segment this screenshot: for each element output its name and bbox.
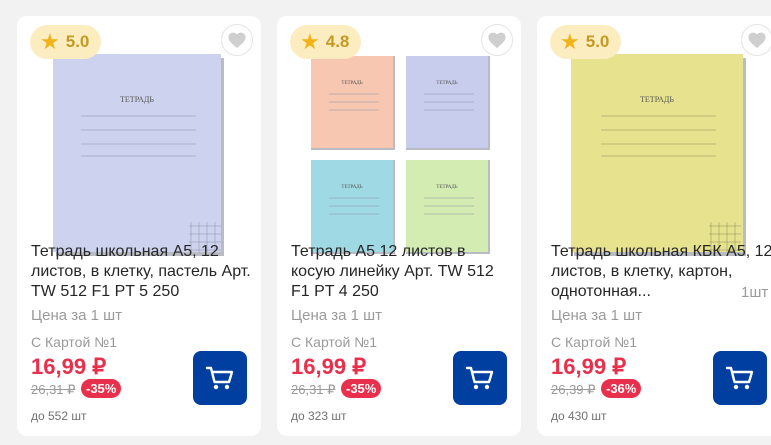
- rating-value: 5.0: [65, 32, 90, 51]
- add-to-cart-button[interactable]: [193, 351, 247, 405]
- product-title[interactable]: Тетрадь А5 12 листов в косую линейку Арт…: [291, 242, 513, 302]
- discount-badge: -36%: [601, 379, 642, 398]
- product-image[interactable]: ТЕТРАДЬ ТЕТРАДЬ ТЕТРАДЬ ТЕТРАДЬ: [291, 36, 507, 258]
- loyalty-card-label: С Картой №1: [31, 334, 117, 350]
- stock-label: до 552 шт: [31, 409, 87, 423]
- svg-text:ТЕТРАДЬ: ТЕТРАДЬ: [120, 95, 154, 104]
- discount-badge: -35%: [341, 379, 382, 398]
- product-card[interactable]: ★ 5.0 ТЕТРАДЬ Тетрадь школьная А5, 12 ли…: [17, 16, 261, 436]
- product-card[interactable]: ★ 4.8 ТЕТРАДЬ ТЕТРАДЬ ТЕТРАДЬ ТЕТРАДЬ Те…: [277, 16, 521, 436]
- product-image[interactable]: ТЕТРАДЬ: [31, 36, 247, 258]
- cart-icon: [465, 366, 494, 390]
- star-icon: ★: [560, 29, 580, 54]
- cart-icon: [725, 366, 754, 390]
- old-price: 26,31 ₽: [31, 382, 76, 397]
- favorite-button[interactable]: [221, 24, 253, 56]
- unit-price-label: Цена за 1 шт: [291, 307, 383, 324]
- unit-price-label: Цена за 1 шт: [551, 307, 643, 324]
- price: 16,99 ₽: [291, 354, 367, 379]
- loyalty-card-label: С Картой №1: [551, 334, 637, 350]
- rating-value: 5.0: [585, 32, 610, 51]
- product-title[interactable]: Тетрадь школьная А5, 12 листов, в клетку…: [31, 242, 253, 302]
- quantity-label: 1шт: [741, 284, 769, 301]
- add-to-cart-button[interactable]: [713, 351, 767, 405]
- svg-text:ТЕТРАДЬ: ТЕТРАДЬ: [341, 81, 362, 86]
- favorite-button[interactable]: [481, 24, 513, 56]
- loyalty-card-label: С Картой №1: [291, 334, 377, 350]
- stock-label: до 323 шт: [291, 409, 347, 423]
- heart-icon: [488, 32, 506, 49]
- rating-value: 4.8: [325, 32, 350, 51]
- heart-icon: [228, 32, 246, 49]
- add-to-cart-button[interactable]: [453, 351, 507, 405]
- cart-icon: [205, 366, 234, 390]
- price: 16,99 ₽: [551, 354, 627, 379]
- star-icon: ★: [40, 29, 60, 54]
- star-icon: ★: [300, 29, 320, 54]
- rating-badge: ★ 5.0: [550, 25, 622, 59]
- favorite-button[interactable]: [741, 24, 771, 56]
- unit-price-label: Цена за 1 шт: [31, 307, 123, 324]
- product-card[interactable]: ★ 5.0 ТЕТРАДЬ Тетрадь школьная КБК А5, 1…: [537, 16, 771, 436]
- old-price: 26,31 ₽: [291, 382, 336, 397]
- svg-text:ТЕТРАДЬ: ТЕТРАДЬ: [341, 185, 362, 190]
- discount-badge: -35%: [81, 379, 122, 398]
- svg-text:ТЕТРАДЬ: ТЕТРАДЬ: [436, 81, 457, 86]
- rating-badge: ★ 5.0: [30, 25, 102, 59]
- svg-text:ТЕТРАДЬ: ТЕТРАДЬ: [640, 95, 674, 104]
- price: 16,99 ₽: [31, 354, 107, 379]
- product-title[interactable]: Тетрадь школьная КБК А5, 12 листов, в кл…: [551, 242, 771, 302]
- old-price: 26,39 ₽: [551, 382, 596, 397]
- rating-badge: ★ 4.8: [290, 25, 362, 59]
- heart-icon: [748, 32, 766, 49]
- stock-label: до 430 шт: [551, 409, 607, 423]
- product-image[interactable]: ТЕТРАДЬ: [551, 36, 767, 258]
- svg-text:ТЕТРАДЬ: ТЕТРАДЬ: [436, 185, 457, 190]
